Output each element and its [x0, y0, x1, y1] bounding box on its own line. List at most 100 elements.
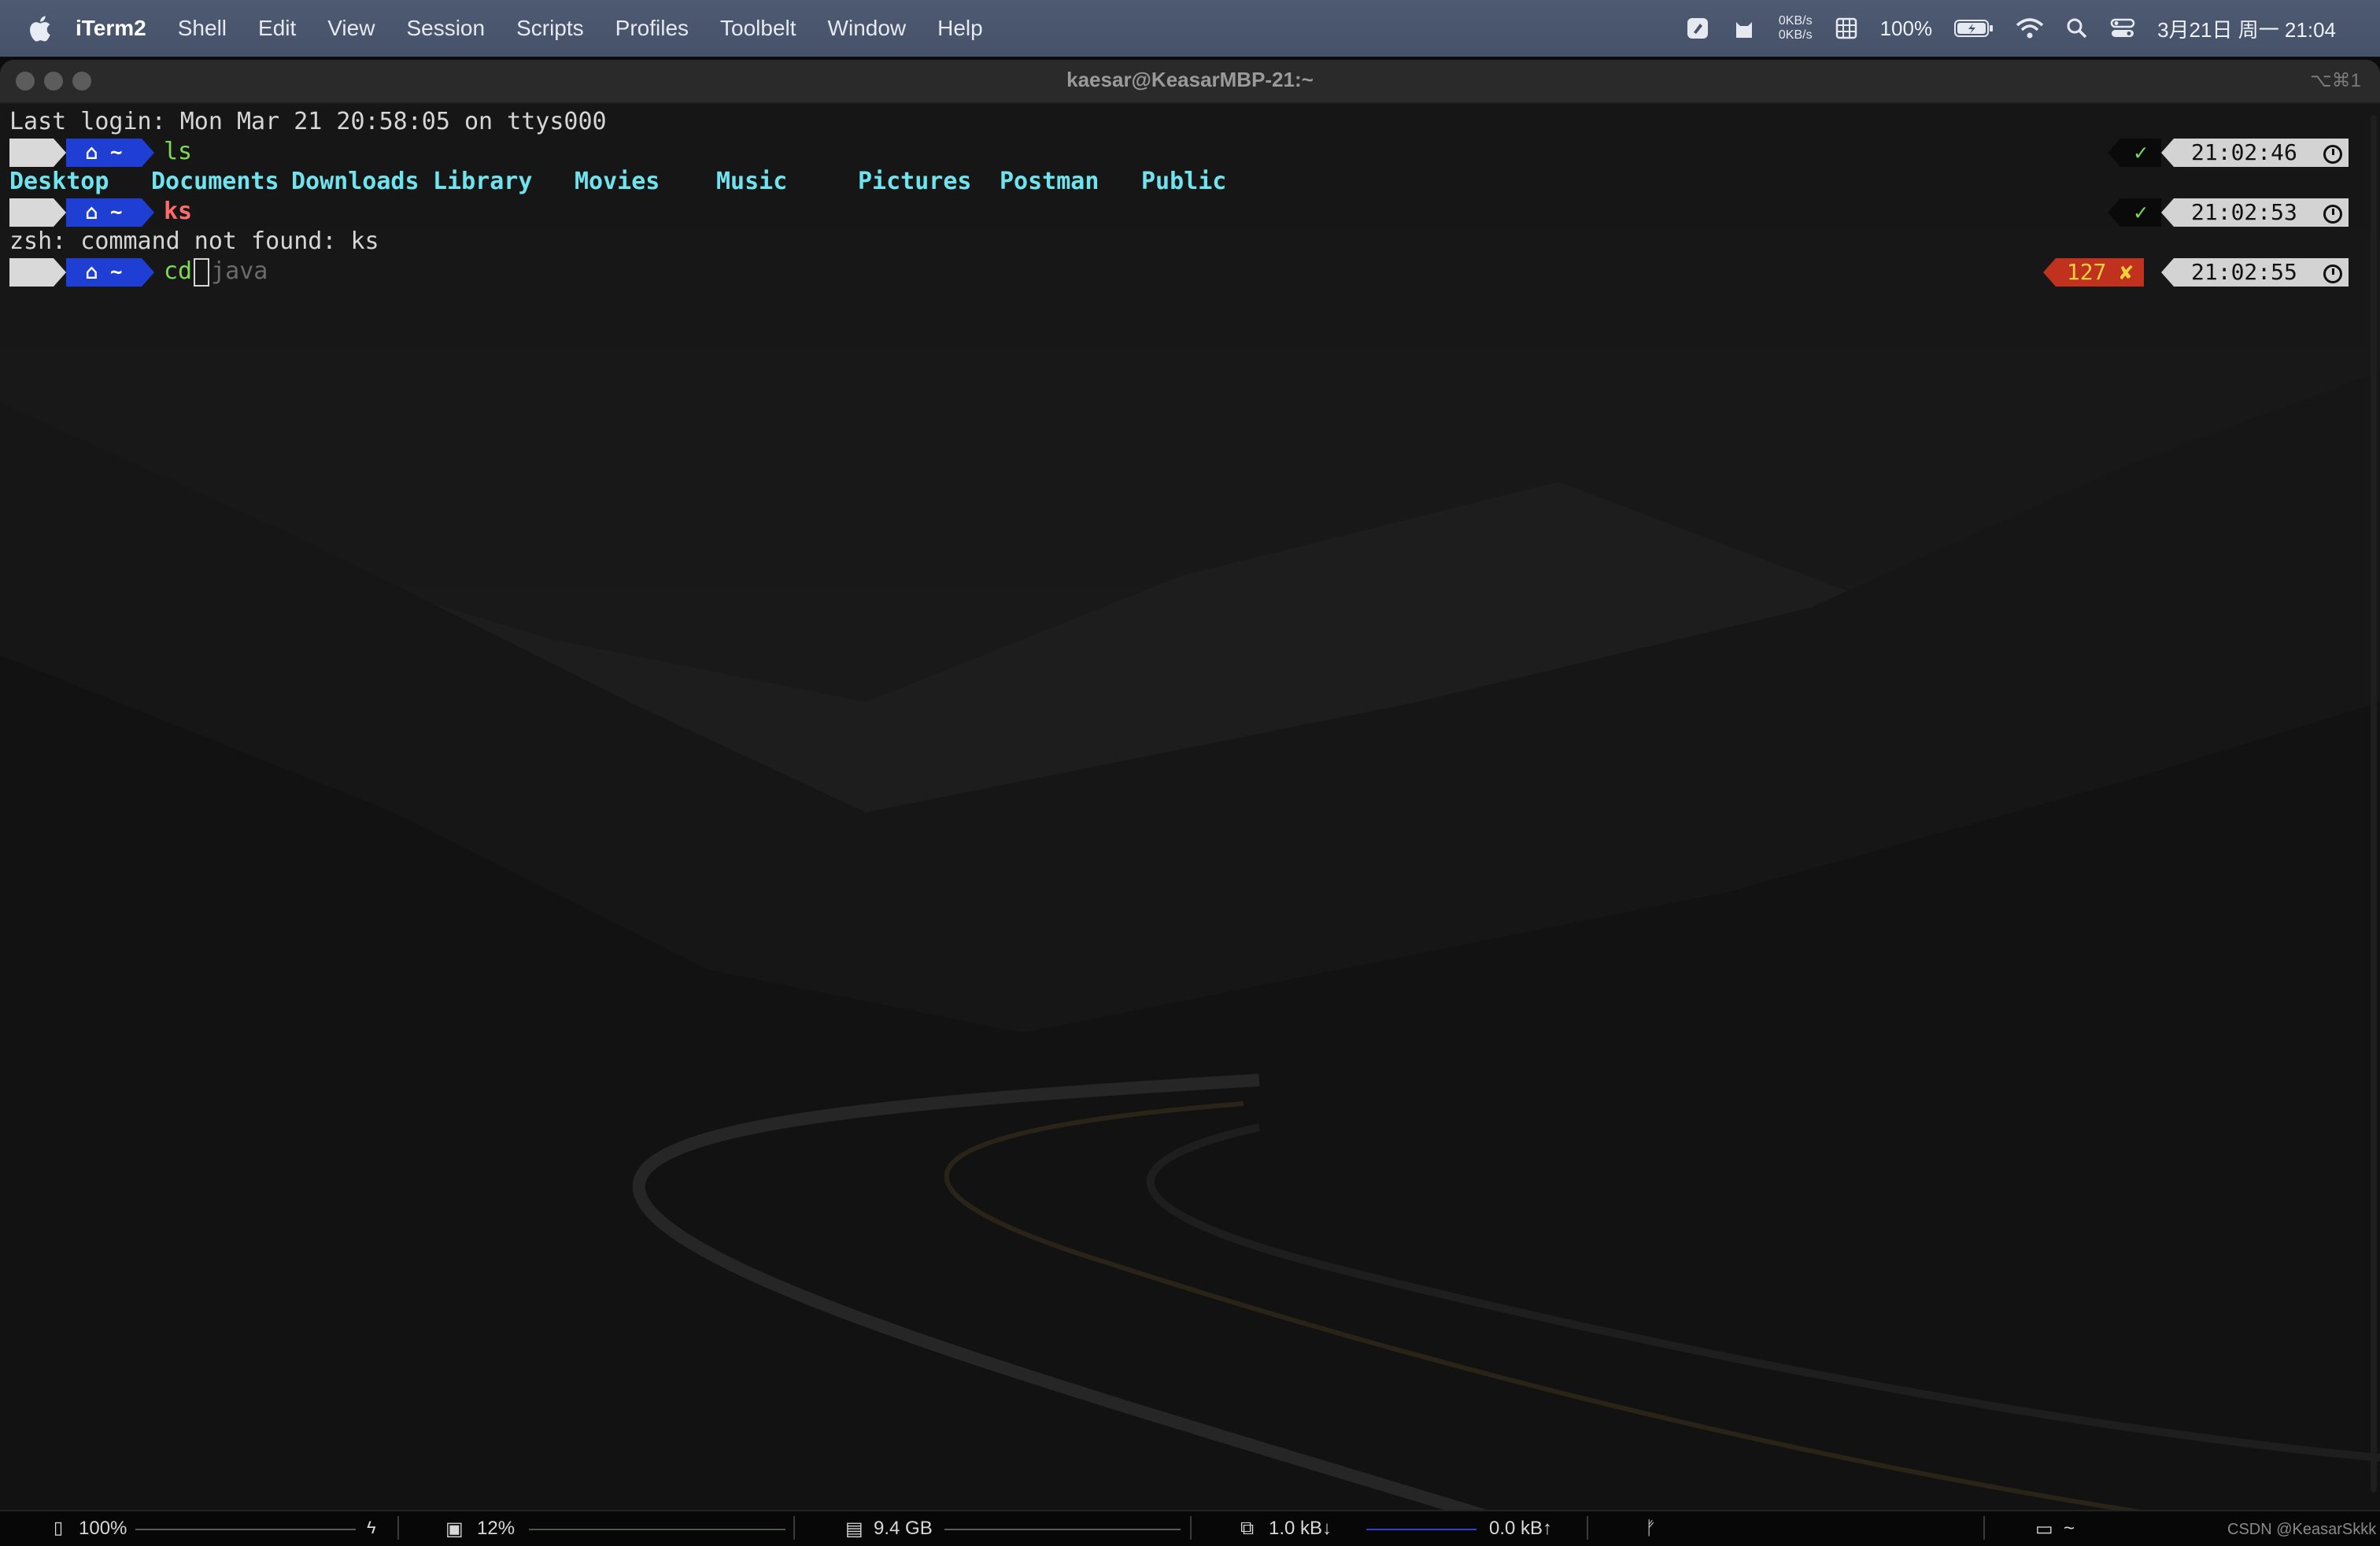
timestamp-badge: 21:02:55	[2161, 258, 2349, 287]
divider	[397, 1516, 399, 1540]
menu-scripts[interactable]: Scripts	[516, 16, 584, 41]
apple-menu-icon[interactable]	[28, 13, 55, 43]
charging-icon: ϟ	[367, 1518, 376, 1537]
clock-icon	[2323, 145, 2342, 164]
home-icon: ⌂	[85, 261, 110, 284]
battery-icon[interactable]	[1954, 19, 1994, 38]
divider	[1587, 1516, 1588, 1540]
window-shortcut: ⌥⌘1	[2309, 70, 2361, 91]
clock-icon	[2323, 264, 2342, 283]
divider	[1983, 1516, 1985, 1540]
timestamp: 21:02:55	[2191, 259, 2297, 285]
battery-percent: 100%	[1879, 16, 1933, 40]
command-text: ls	[164, 138, 193, 165]
dir-entry: Postman	[1000, 168, 1099, 195]
timestamp: 21:02:46	[2191, 139, 2297, 165]
status-ok-badge: ✓	[2108, 198, 2161, 227]
prompt-home-segment: ⌂ ~	[66, 198, 154, 227]
network-graph	[1366, 1529, 1476, 1530]
menu-toolbelt[interactable]: Toolbelt	[720, 16, 796, 41]
network-icon: ⧉	[1240, 1518, 1255, 1539]
dir-entry: Public	[1141, 168, 1227, 195]
folder-icon: ▭	[2035, 1518, 2053, 1540]
prompt-line-1: ⌂ ~ ls ✓ 21:02:46	[9, 137, 2349, 167]
scrollbar[interactable]	[2371, 115, 2377, 1492]
calendar-grid-icon[interactable]	[1835, 17, 1858, 40]
statusbar-folder: ~	[2064, 1518, 2075, 1539]
timestamp: 21:02:53	[2191, 199, 2297, 225]
menubar-clock[interactable]: 3月21日 周一 21:04	[2157, 14, 2336, 43]
menubar-status-area: 0KB/s 0KB/s 100% 3月21日 周一 21:04	[1686, 0, 2380, 57]
home-icon: ⌂	[85, 201, 110, 224]
record-icon[interactable]	[1686, 17, 1709, 40]
autosuggestion: java	[211, 257, 268, 285]
statusbar-battery: 100%	[79, 1518, 128, 1539]
menu-shell[interactable]: Shell	[178, 16, 227, 41]
menu-view[interactable]: View	[327, 16, 375, 41]
dir-entry: Documents	[151, 168, 279, 195]
clock-icon	[2323, 205, 2342, 224]
divider	[1190, 1516, 1192, 1540]
dir-entry: Library	[433, 168, 533, 195]
text-cursor	[194, 257, 210, 287]
battery-icon: ▯	[54, 1518, 64, 1537]
dir-entry: Music	[716, 168, 788, 195]
wifi-icon[interactable]	[2016, 17, 2044, 39]
statusbar-net-up: 0.0 kB↑	[1489, 1518, 1553, 1539]
dir-entry: Downloads	[291, 168, 419, 195]
prompt-line-3: ⌂ ~ cd java 127 ✘ 21:02:55	[9, 257, 2349, 287]
dir-entry: Movies	[575, 168, 660, 195]
statusbar-memory: 9.4 GB	[874, 1518, 933, 1539]
net-speed-up: 0KB/s	[1778, 14, 1813, 28]
net-speed-down: 0KB/s	[1778, 28, 1813, 42]
statusbar-net-down: 1.0 kB↓	[1269, 1518, 1332, 1539]
command-text: ks	[164, 198, 193, 225]
status-ok-badge: ✓	[2108, 139, 2161, 167]
status-error-badge: 127 ✘	[2043, 258, 2144, 287]
git-branch-icon: ᚠ	[1645, 1518, 1657, 1539]
home-icon: ⌂	[85, 141, 110, 165]
command-text: cd	[164, 257, 193, 285]
prompt-apple-icon	[9, 198, 66, 227]
cat-icon[interactable]	[1731, 16, 1757, 41]
window-titlebar[interactable]: kaesar@KeasarMBP-21:~ ⌥⌘1	[0, 60, 2380, 104]
menu-app-name[interactable]: iTerm2	[76, 16, 146, 41]
memory-icon: ▤	[845, 1518, 863, 1540]
timestamp-badge: 21:02:53	[2161, 198, 2349, 227]
menu-profiles[interactable]: Profiles	[615, 16, 689, 41]
dir-entry: Desktop	[9, 168, 109, 195]
cpu-graph	[529, 1529, 785, 1530]
background-landscape-image	[0, 104, 2380, 1546]
command-input[interactable]: cd java	[164, 257, 268, 287]
net-speed-widget[interactable]: 0KB/s 0KB/s	[1779, 14, 1813, 43]
prompt-dir: ~	[109, 261, 123, 284]
search-icon[interactable]	[2066, 17, 2088, 39]
ls-output-line: Desktop Documents Downloads Library Movi…	[9, 167, 1584, 197]
prompt-home-segment: ⌂ ~	[66, 139, 154, 167]
memory-graph	[944, 1529, 1181, 1530]
prompt-apple-icon	[9, 258, 66, 287]
last-login-line: Last login: Mon Mar 21 20:58:05 on ttys0…	[9, 108, 607, 135]
window-title: kaesar@KeasarMBP-21:~	[1066, 68, 1314, 91]
timestamp-badge: 21:02:46	[2161, 139, 2349, 167]
prompt-home-segment: ⌂ ~	[66, 258, 154, 287]
statusbar-cpu: 12%	[477, 1518, 516, 1539]
menu-bar: iTerm2 Shell Edit View Session Scripts P…	[0, 0, 2380, 57]
watermark-text: CSDN @KeasarSkkk	[2227, 1521, 2377, 1538]
iterm-window: kaesar@KeasarMBP-21:~ ⌥⌘1 Last login: Mo…	[0, 60, 2380, 1546]
control-center-icon[interactable]	[2110, 17, 2135, 39]
status-bar: ▯ 100% ϟ ▣ 12% ▤ 9.4 GB ⧉ 1.0 kB↓ 0.0 kB…	[0, 1510, 2380, 1546]
prompt-apple-icon	[9, 139, 66, 167]
dir-entry: Pictures	[858, 168, 972, 195]
error-output-line: zsh: command not found: ks	[9, 227, 379, 255]
prompt-dir: ~	[109, 141, 123, 165]
menu-window[interactable]: Window	[828, 16, 907, 41]
menu-help[interactable]: Help	[937, 16, 983, 41]
menu-session[interactable]: Session	[406, 16, 485, 41]
divider	[793, 1516, 795, 1540]
prompt-line-2: ⌂ ~ ks ✓ 21:02:53	[9, 197, 2349, 227]
prompt-dir: ~	[109, 201, 123, 224]
menu-edit[interactable]: Edit	[258, 16, 296, 41]
battery-graph	[135, 1529, 356, 1530]
cpu-icon: ▣	[445, 1518, 464, 1540]
